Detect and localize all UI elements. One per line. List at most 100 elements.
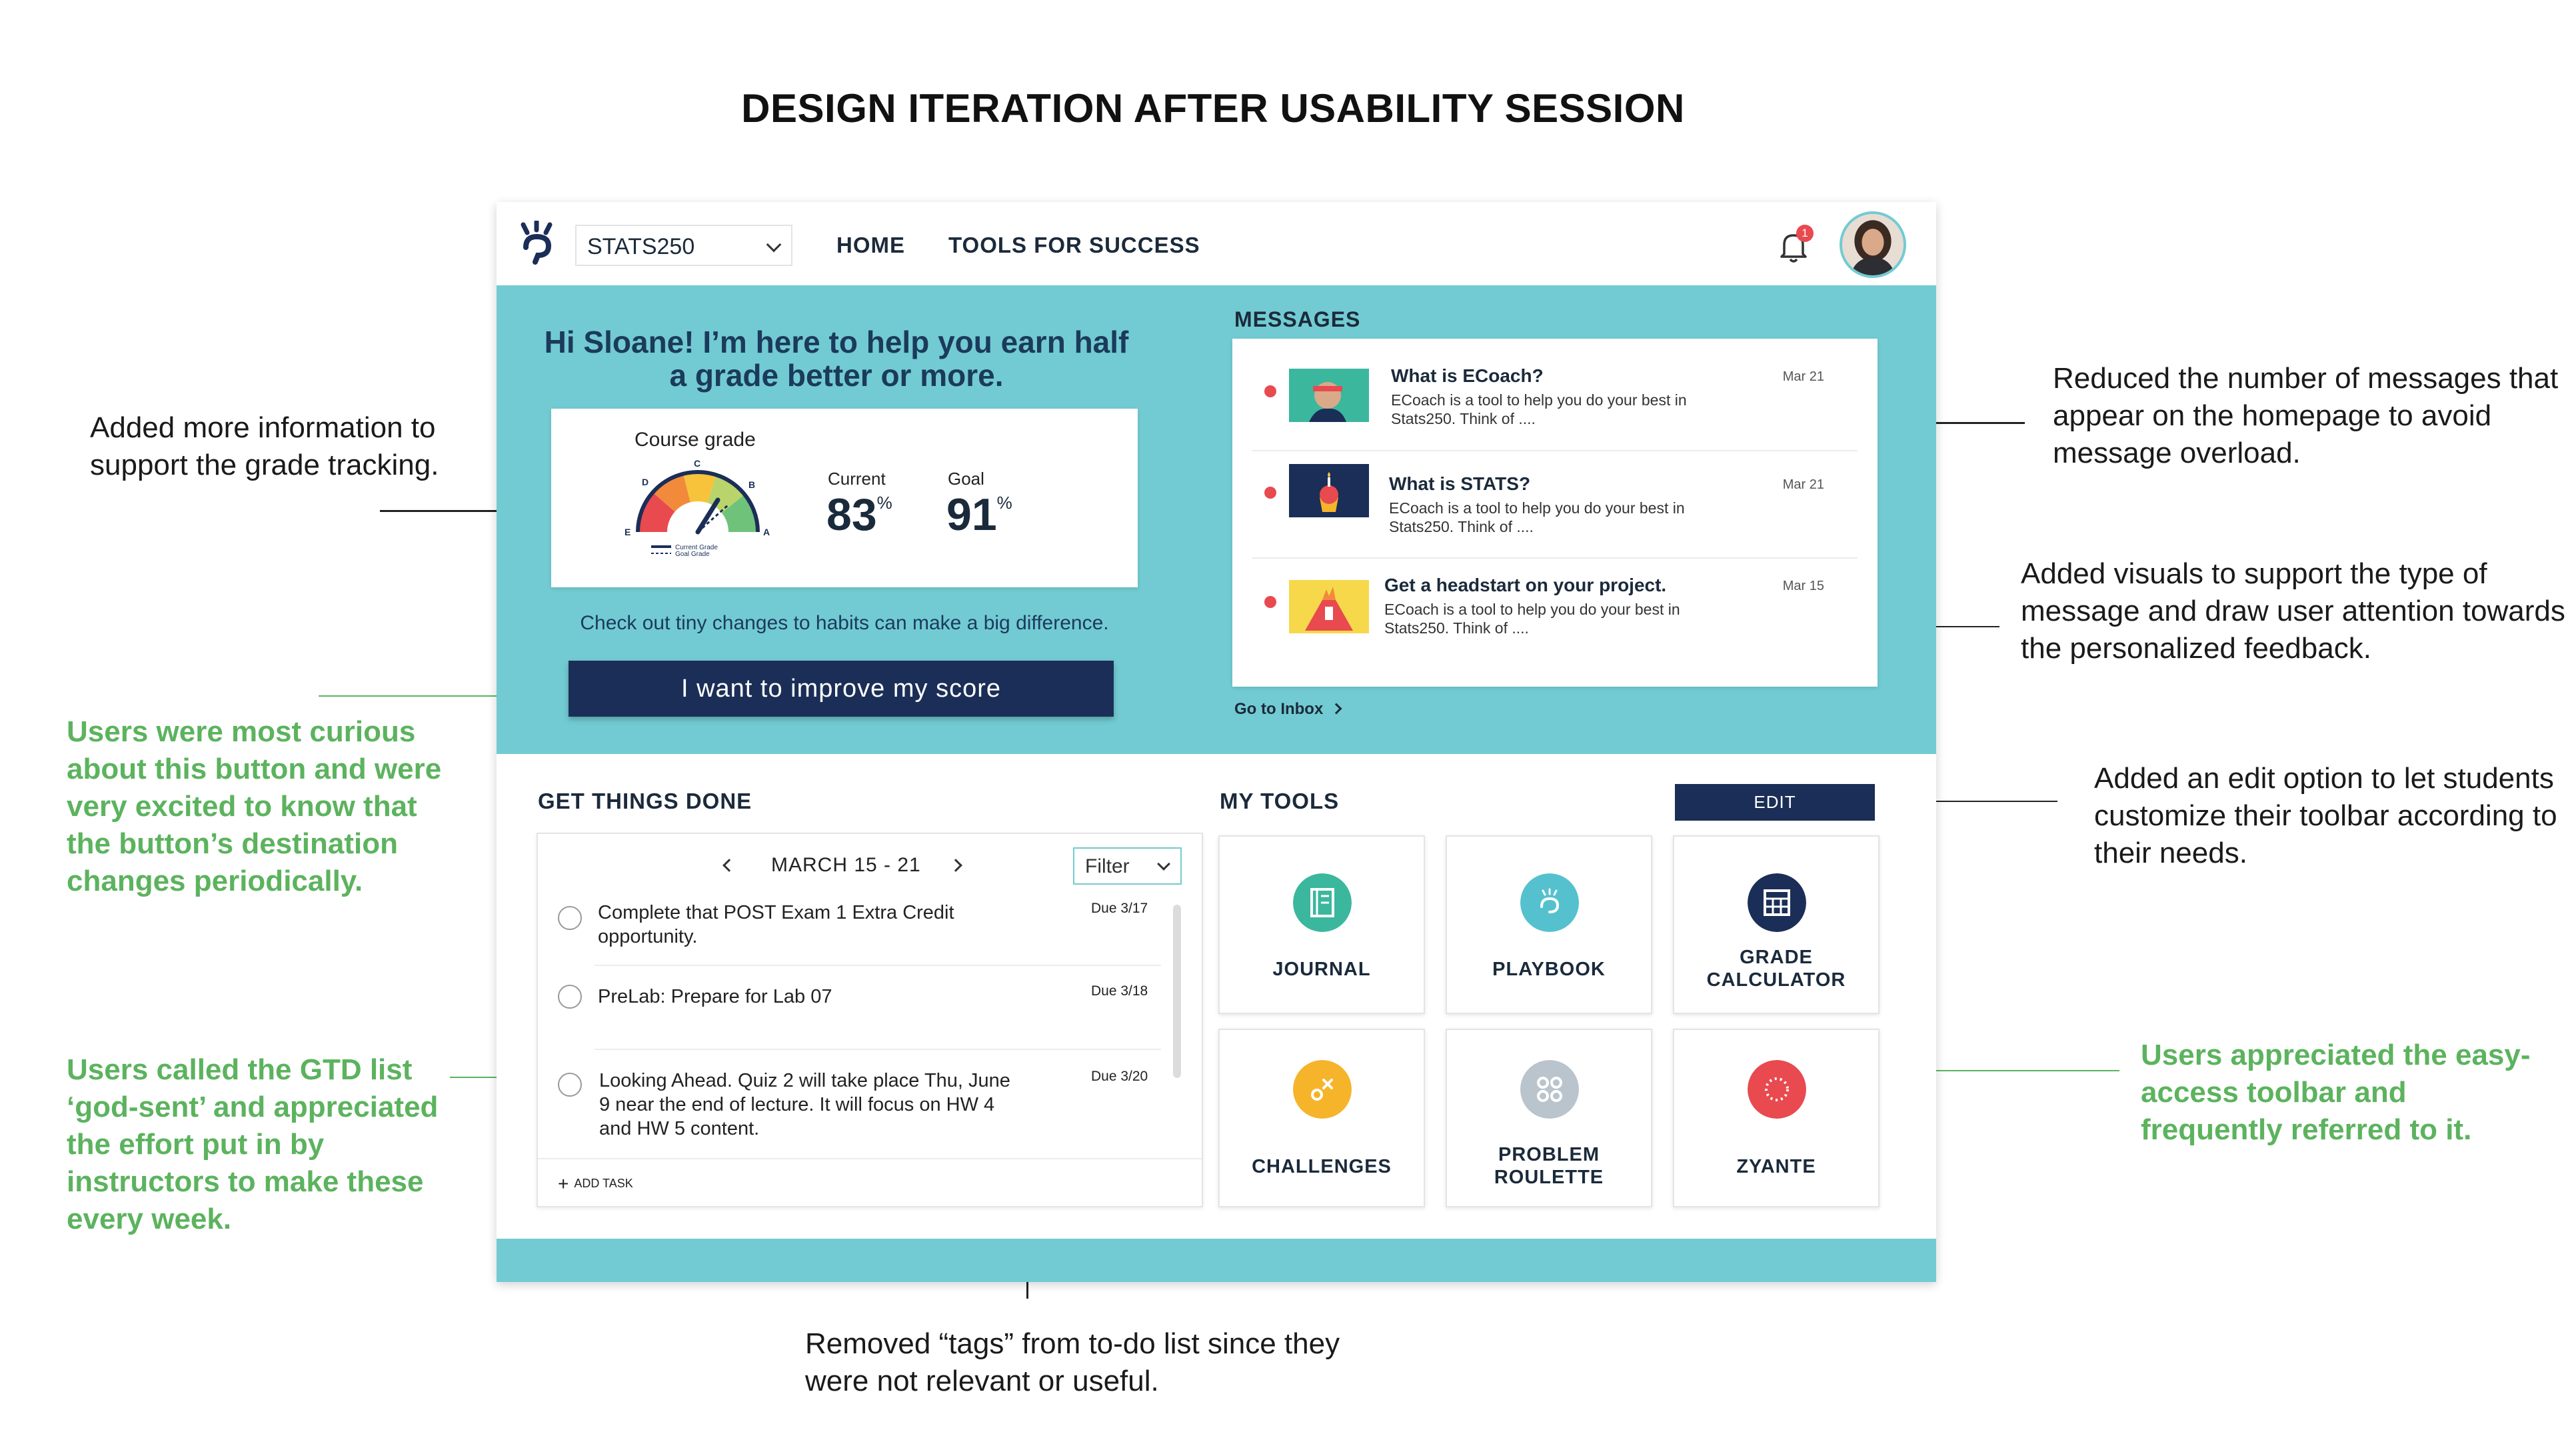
chevron-left-icon[interactable] xyxy=(722,859,736,872)
task-checkbox[interactable] xyxy=(558,1073,582,1097)
task-checkbox[interactable] xyxy=(558,906,582,930)
gauge-letter: D xyxy=(642,477,648,487)
chevron-right-icon[interactable] xyxy=(949,859,962,872)
annotation-reduced-messages: Reduced the number of messages that appe… xyxy=(2053,362,2559,469)
message-title: What is ECoach? xyxy=(1391,365,1544,386)
divider xyxy=(595,1049,1161,1050)
gauge-letter: E xyxy=(625,527,631,537)
hero-section: Hi Sloane! I’m here to help you earn hal… xyxy=(497,285,1936,754)
task-due: Due 3/20 xyxy=(1091,1069,1148,1084)
filter-dropdown[interactable]: Filter xyxy=(1073,847,1182,885)
divider xyxy=(595,965,1161,966)
course-grade-card: Course grade E D C B A Current Grade Goa… xyxy=(551,409,1138,587)
unread-dot xyxy=(1264,487,1276,499)
add-task-button[interactable]: + ADD TASK xyxy=(558,1171,633,1194)
messages-card: What is ECoach? ECoach is a tool to help… xyxy=(1232,339,1878,687)
zyante-icon xyxy=(1748,1060,1806,1119)
message-body: ECoach is a tool to help you do your bes… xyxy=(1391,391,1687,427)
gauge-letter: A xyxy=(763,527,770,537)
tool-label: GRADE CALCULATOR xyxy=(1706,947,1846,991)
annotation-gtd-godsent: Users called the GTD list ‘god-sent’ and… xyxy=(67,1053,439,1235)
tool-journal[interactable]: JOURNAL xyxy=(1218,835,1425,1014)
course-select-value: STATS250 xyxy=(587,234,695,259)
annotation-edit-option: Added an edit option to let students cus… xyxy=(2094,762,2557,869)
journal-icon xyxy=(1293,873,1352,932)
playbook-icon xyxy=(1520,873,1579,932)
gauge-letter: C xyxy=(694,459,700,469)
chevron-down-icon xyxy=(1157,857,1170,871)
unread-dot xyxy=(1264,596,1276,608)
app-window: STATS250 HOME TOOLS FOR SUCCESS 1 Hi Slo… xyxy=(497,202,1936,1282)
annotation-button-curious: Users were most curious about this butto… xyxy=(67,715,442,897)
annotation-toolbar-appreciated: Users appreciated the easy-access toolba… xyxy=(2141,1039,2531,1146)
scrollbar[interactable] xyxy=(1173,905,1181,1078)
tool-zyante[interactable]: ZYANTE xyxy=(1673,1029,1880,1207)
gtd-card: MARCH 15 - 21 Filter Complete that POST … xyxy=(537,833,1203,1207)
goal-grade-label: Goal xyxy=(948,469,984,489)
grade-gauge: E D C B A Current Grade Goal Grade xyxy=(625,459,770,559)
message-item[interactable]: Get a headstart on your project. ECoach … xyxy=(1232,559,1878,671)
tool-label: PROBLEM ROULETTE xyxy=(1494,1144,1604,1188)
annotation-removed-tags: Removed “tags” from to-do list since the… xyxy=(805,1327,1340,1397)
ecoach-logo-icon[interactable] xyxy=(517,221,563,267)
challenges-icon xyxy=(1293,1060,1352,1119)
nav-tools-for-success[interactable]: TOOLS FOR SUCCESS xyxy=(948,233,1200,258)
task-due: Due 3/18 xyxy=(1091,983,1148,999)
habits-text: Check out tiny changes to habits can mak… xyxy=(580,612,1109,634)
task-due: Due 3/17 xyxy=(1091,901,1148,916)
course-grade-title: Course grade xyxy=(635,429,756,451)
gauge-legend-goal: Goal Grade xyxy=(675,551,710,558)
tool-playbook[interactable]: PLAYBOOK xyxy=(1446,835,1652,1014)
user-avatar[interactable] xyxy=(1840,211,1906,278)
runner-illustration-icon xyxy=(1289,369,1369,422)
edit-tools-button[interactable]: EDIT xyxy=(1675,784,1875,821)
tool-label: CHALLENGES xyxy=(1252,1156,1392,1177)
message-body: ECoach is a tool to help you do your bes… xyxy=(1384,601,1680,637)
message-body: ECoach is a tool to help you do your bes… xyxy=(1389,499,1685,535)
current-grade-label: Current xyxy=(828,469,886,489)
message-date: Mar 15 xyxy=(1782,579,1824,593)
task-checkbox[interactable] xyxy=(558,985,582,1009)
plus-icon: + xyxy=(558,1173,569,1194)
tool-problem-roulette[interactable]: PROBLEM ROULETTE xyxy=(1446,1029,1652,1207)
my-tools-title: MY TOOLS xyxy=(1220,789,1340,813)
message-date: Mar 21 xyxy=(1782,369,1824,384)
messages-title: MESSAGES xyxy=(1234,307,1361,331)
roulette-icon xyxy=(1520,1060,1579,1119)
go-to-inbox-link[interactable]: Go to Inbox xyxy=(1234,700,1342,719)
notification-badge: 1 xyxy=(1796,225,1814,242)
cupcake-illustration-icon xyxy=(1289,464,1369,517)
tool-grade-calculator[interactable]: GRADE CALCULATOR xyxy=(1673,835,1880,1014)
tool-challenges[interactable]: CHALLENGES xyxy=(1218,1029,1425,1207)
chevron-down-icon xyxy=(766,237,782,253)
course-select[interactable]: STATS250 xyxy=(575,225,792,266)
top-navigation-bar: STATS250 HOME TOOLS FOR SUCCESS 1 xyxy=(497,202,1936,285)
goal-grade-value: 91% xyxy=(946,489,1012,540)
message-item[interactable]: What is STATS? ECoach is a tool to help … xyxy=(1232,451,1878,563)
tool-label: JOURNAL xyxy=(1272,959,1371,980)
annotation-line xyxy=(1912,1070,2119,1071)
calculator-icon xyxy=(1748,873,1806,932)
footer-bar xyxy=(497,1239,1936,1282)
task-text: PreLab: Prepare for Lab 07 xyxy=(598,986,832,1007)
improve-score-button[interactable]: I want to improve my score xyxy=(569,661,1114,717)
tool-label: PLAYBOOK xyxy=(1492,959,1606,980)
gauge-letter: B xyxy=(748,479,755,490)
message-title: Get a headstart on your project. xyxy=(1384,575,1667,595)
message-title: What is STATS? xyxy=(1389,473,1531,494)
annotation-grade-tracking: Added more information to support the gr… xyxy=(90,411,439,481)
divider xyxy=(538,1158,1202,1159)
nav-home[interactable]: HOME xyxy=(836,233,905,258)
annotation-added-visuals: Added visuals to support the type of mes… xyxy=(2021,557,2565,665)
tool-label: ZYANTE xyxy=(1736,1156,1816,1177)
message-date: Mar 21 xyxy=(1782,477,1824,492)
volcano-illustration-icon xyxy=(1289,580,1369,633)
greeting-text: Hi Sloane! I’m here to help you earn hal… xyxy=(544,325,1129,393)
chevron-right-icon xyxy=(1330,703,1342,715)
message-item[interactable]: What is ECoach? ECoach is a tool to help… xyxy=(1232,339,1878,451)
task-text: Looking Ahead. Quiz 2 will take place Th… xyxy=(599,1070,1010,1139)
page-title: DESIGN ITERATION AFTER USABILITY SESSION xyxy=(741,86,1685,131)
week-label: MARCH 15 - 21 xyxy=(771,854,921,876)
unread-dot xyxy=(1264,385,1276,397)
filter-label: Filter xyxy=(1085,855,1130,877)
